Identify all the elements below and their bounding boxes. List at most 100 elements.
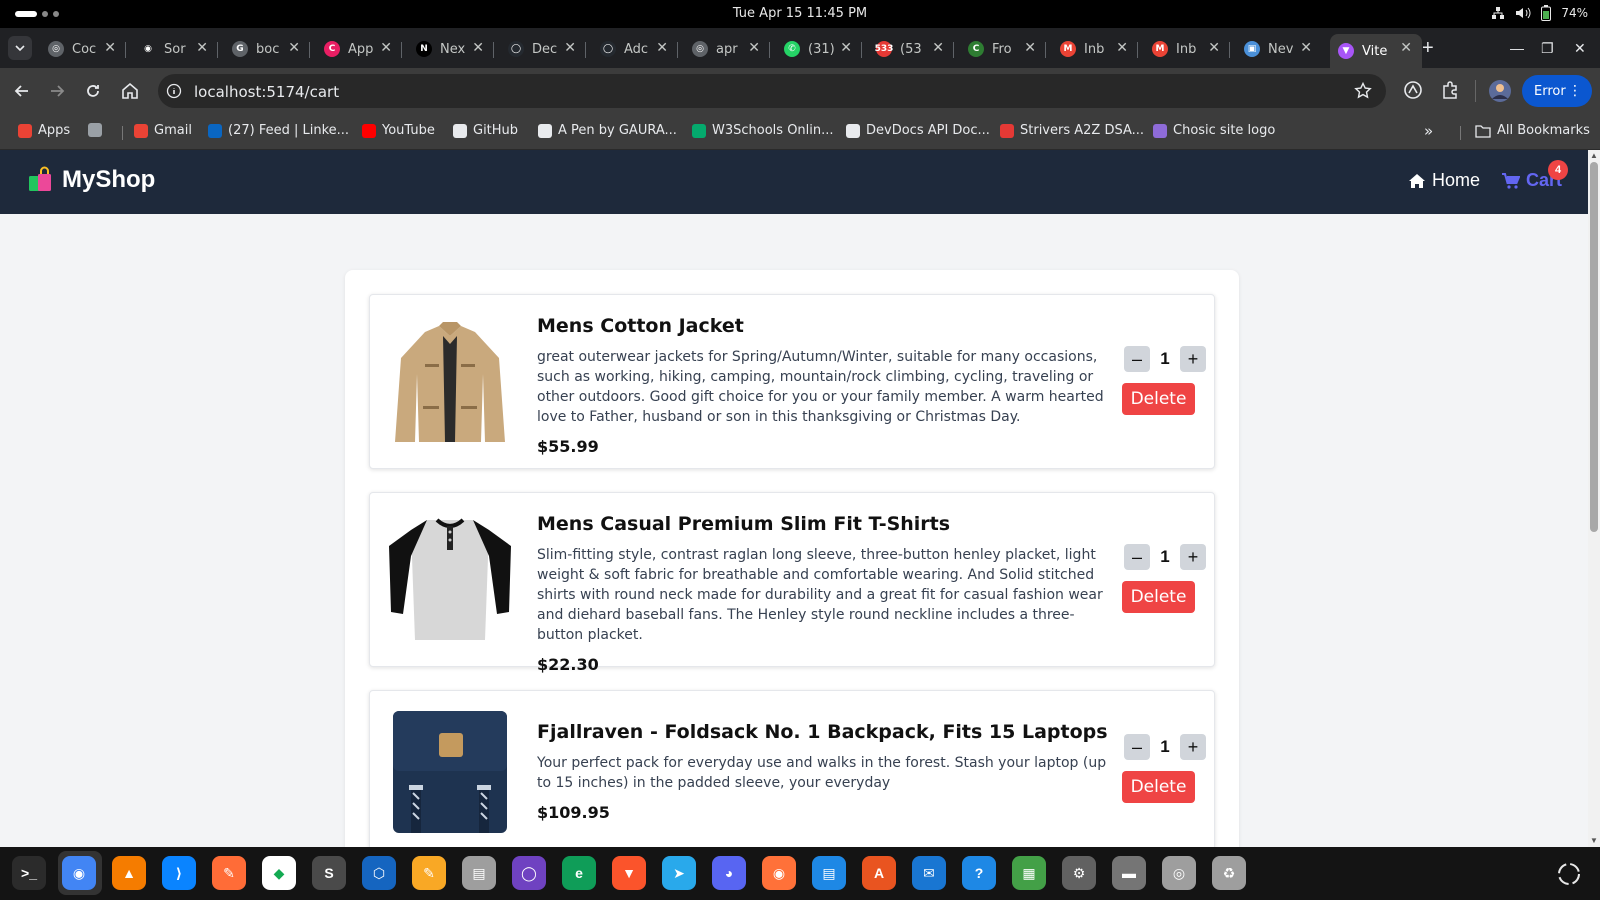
bookmark-item[interactable]: (27) Feed | Linke... — [208, 123, 349, 138]
extensions-puzzle-icon[interactable] — [1440, 80, 1460, 100]
bookmark-item[interactable]: W3Schools Onlin... — [692, 123, 834, 138]
browser-tab[interactable]: ▼ Vite ✕ — [1330, 34, 1422, 68]
scroll-up-icon[interactable]: ▲ — [1590, 151, 1598, 160]
error-button[interactable]: Error ⋮ — [1522, 75, 1592, 107]
address-bar[interactable]: localhost:5174/cart — [158, 74, 1386, 108]
app-grid-icon[interactable] — [1556, 861, 1582, 887]
dock-sublime-text-icon[interactable]: S — [312, 856, 346, 890]
browser-tab[interactable]: ◉ Sor ✕ — [132, 34, 218, 64]
nav-home-link[interactable]: Home — [1408, 170, 1480, 191]
brand-logo[interactable]: MyShop — [26, 166, 155, 194]
tab-close-icon[interactable]: ✕ — [1400, 40, 1412, 56]
dock-app-center-icon[interactable]: A — [862, 856, 896, 890]
browser-tab[interactable]: C Fro ✕ — [960, 34, 1046, 64]
browser-tab[interactable]: 533 (53 ✕ — [868, 34, 954, 64]
dock-vlc-icon[interactable]: ▲ — [112, 856, 146, 890]
tab-close-icon[interactable]: ✕ — [380, 40, 392, 56]
browser-tab[interactable]: C App ✕ — [316, 34, 402, 64]
decrease-quantity-button[interactable]: – — [1124, 544, 1150, 570]
browser-tab[interactable]: ◯ Dec ✕ — [500, 34, 586, 64]
delete-item-button[interactable]: Delete — [1122, 771, 1195, 803]
browser-tab[interactable]: ◯ Adc ✕ — [592, 34, 678, 64]
dock-vscode-icon[interactable]: ⟩ — [162, 856, 196, 890]
dock-disk-utility-icon[interactable]: ▬ — [1112, 856, 1146, 890]
tab-close-icon[interactable]: ✕ — [472, 40, 484, 56]
dock-help-icon[interactable]: ? — [962, 856, 996, 890]
tab-close-icon[interactable]: ✕ — [196, 40, 208, 56]
dock-document-viewer-icon[interactable]: ▤ — [812, 856, 846, 890]
extension-vpn-icon[interactable] — [1403, 80, 1423, 100]
dock-chrome-icon[interactable]: ◉ — [62, 856, 96, 890]
bookmark-item[interactable]: DevDocs API Doc... — [846, 123, 990, 138]
bookmark-star-icon[interactable] — [1354, 82, 1372, 100]
dock-github-desktop-icon[interactable]: ◯ — [512, 856, 546, 890]
tab-close-icon[interactable]: ✕ — [840, 40, 852, 56]
new-tab-button[interactable]: + — [1422, 37, 1434, 60]
tab-close-icon[interactable]: ✕ — [1116, 40, 1128, 56]
tab-close-icon[interactable]: ✕ — [1208, 40, 1220, 56]
tab-search-button[interactable] — [8, 36, 32, 60]
all-bookmarks-button[interactable]: All Bookmarks — [1475, 123, 1590, 138]
url-text[interactable]: localhost:5174/cart — [194, 83, 339, 101]
tab-close-icon[interactable]: ✕ — [1300, 40, 1312, 56]
increase-quantity-button[interactable]: + — [1180, 346, 1206, 372]
dock-text-editor-icon[interactable]: ✎ — [412, 856, 446, 890]
tab-close-icon[interactable]: ✕ — [1024, 40, 1036, 56]
home-icon[interactable] — [120, 81, 140, 101]
dock-files-icon[interactable]: ▤ — [462, 856, 496, 890]
dock-settings-icon[interactable]: ⚙ — [1062, 856, 1096, 890]
browser-tab[interactable]: ✆ (31) ✕ — [776, 34, 862, 64]
browser-tab[interactable]: Gboc ✕ — [224, 34, 310, 64]
dock-firefox-icon[interactable]: ◉ — [762, 856, 796, 890]
bookmark-item[interactable]: GitHub — [453, 123, 518, 138]
dock-postman-icon[interactable]: ✎ — [212, 856, 246, 890]
minimize-button[interactable]: — — [1510, 40, 1524, 56]
dock-thunderbird-icon[interactable]: ✉ — [912, 856, 946, 890]
browser-tab[interactable]: M Inb ✕ — [1144, 34, 1230, 64]
dock-spreadsheet-icon[interactable]: ▦ — [1012, 856, 1046, 890]
dock-virtualbox-icon[interactable]: ⬡ — [362, 856, 396, 890]
bookmark-item[interactable]: YouTube — [362, 123, 435, 138]
increase-quantity-button[interactable]: + — [1180, 734, 1206, 760]
browser-tab[interactable]: ◎ apr ✕ — [684, 34, 770, 64]
system-tray[interactable]: 74% — [1491, 5, 1588, 21]
forward-icon[interactable] — [47, 81, 67, 101]
dock-brave-icon[interactable]: ▼ — [612, 856, 646, 890]
delete-item-button[interactable]: Delete — [1122, 581, 1195, 613]
dock-discord-icon[interactable]: ◕ — [712, 856, 746, 890]
browser-tab[interactable]: N Nex ✕ — [408, 34, 494, 64]
bookmark-item[interactable]: A Pen by GAURA... — [538, 123, 677, 138]
dock-edge-icon[interactable]: e — [562, 856, 596, 890]
browser-tab[interactable]: M Inb ✕ — [1052, 34, 1138, 64]
decrease-quantity-button[interactable]: – — [1124, 346, 1150, 372]
page-scrollbar[interactable]: ▲ ▼ — [1588, 150, 1600, 847]
system-clock[interactable]: Tue Apr 15 11:45 PM — [0, 6, 1600, 21]
browser-tab[interactable]: ◎ Coc ✕ — [40, 34, 126, 64]
scroll-down-icon[interactable]: ▼ — [1590, 836, 1598, 845]
bookmark-item[interactable]: Chosic site logo — [1153, 123, 1275, 138]
dock-disks-icon[interactable]: ◎ — [1162, 856, 1196, 890]
tab-close-icon[interactable]: ✕ — [104, 40, 116, 56]
close-window-button[interactable]: ✕ — [1574, 40, 1586, 57]
profile-avatar[interactable] — [1488, 79, 1512, 103]
restore-button[interactable]: ❐ — [1541, 40, 1554, 57]
reload-icon[interactable] — [83, 81, 103, 101]
dock-telegram-icon[interactable]: ➤ — [662, 856, 696, 890]
scrollbar-thumb[interactable] — [1590, 162, 1598, 532]
dock-trash-icon[interactable]: ♻ — [1212, 856, 1246, 890]
dock-terminal-icon[interactable]: >_ — [12, 856, 46, 890]
delete-item-button[interactable]: Delete — [1122, 383, 1195, 415]
tab-close-icon[interactable]: ✕ — [564, 40, 576, 56]
bookmark-item[interactable]: Gmail — [134, 123, 192, 138]
tab-groups-icon[interactable] — [88, 123, 102, 137]
site-info-icon[interactable] — [166, 83, 182, 99]
bookmark-item[interactable]: Strivers A2Z DSA... — [1000, 123, 1144, 138]
dock-mongodb-compass-icon[interactable]: ◆ — [262, 856, 296, 890]
back-icon[interactable] — [12, 81, 32, 101]
tab-close-icon[interactable]: ✕ — [288, 40, 300, 56]
increase-quantity-button[interactable]: + — [1180, 544, 1206, 570]
browser-tab[interactable]: ▣ Nev ✕ — [1236, 34, 1322, 64]
decrease-quantity-button[interactable]: – — [1124, 734, 1150, 760]
tab-close-icon[interactable]: ✕ — [932, 40, 944, 56]
tab-close-icon[interactable]: ✕ — [748, 40, 760, 56]
